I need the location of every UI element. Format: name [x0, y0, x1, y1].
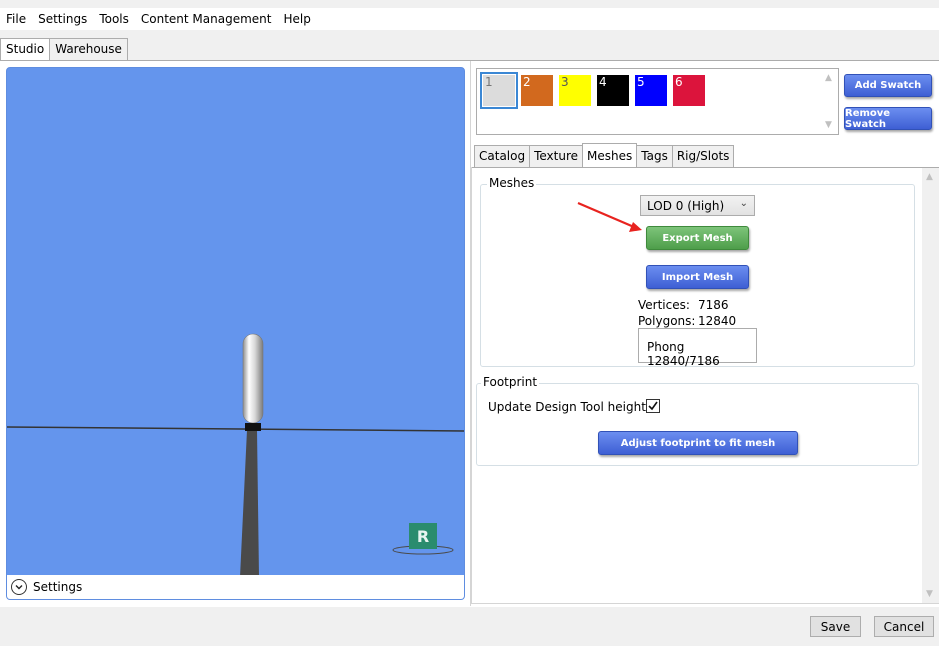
menu-file[interactable]: File	[0, 12, 32, 26]
tab-studio[interactable]: Studio	[0, 38, 51, 61]
menu-bar: File Settings Tools Content Management H…	[0, 8, 939, 30]
swatch-6[interactable]: 6	[673, 75, 705, 106]
swatch-label: 1	[485, 75, 493, 89]
vertices-label: Vertices:	[638, 298, 690, 312]
swatch-label: 5	[637, 75, 645, 89]
import-mesh-button[interactable]: Import Mesh	[646, 265, 749, 289]
scroll-down-icon[interactable]: ▼	[825, 120, 832, 130]
swatch-2[interactable]: 2	[521, 75, 553, 106]
chevron-down-icon[interactable]	[11, 579, 27, 595]
swatch-list: 1 2 3 4 5 6 ▲ ▼	[476, 68, 839, 135]
checkmark-icon	[648, 401, 658, 411]
tab-texture[interactable]: Texture	[529, 145, 584, 167]
app-window: File Settings Tools Content Management H…	[0, 0, 939, 646]
viewport-scene	[7, 333, 464, 577]
swatch-3[interactable]: 3	[559, 75, 591, 106]
bottom-bar: Save Cancel	[0, 607, 939, 646]
horizon-line	[7, 426, 464, 432]
swatch-label: 2	[523, 75, 531, 89]
save-button[interactable]: Save	[810, 616, 861, 637]
menu-help[interactable]: Help	[277, 12, 316, 26]
menu-tools[interactable]: Tools	[93, 12, 135, 26]
phong-info-text: Phong 12840/7186	[647, 340, 720, 368]
menu-settings[interactable]: Settings	[32, 12, 93, 26]
swatch-scrollbar[interactable]: ▲ ▼	[821, 69, 838, 134]
polygons-value: 12840	[698, 314, 737, 328]
menu-content-management[interactable]: Content Management	[135, 12, 278, 26]
swatch-label: 4	[599, 75, 607, 89]
tab-warehouse[interactable]: Warehouse	[49, 38, 128, 60]
phong-info-box: Phong 12840/7186	[638, 328, 757, 368]
update-height-label: Update Design Tool height	[488, 400, 646, 414]
main-tab-strip: Studio Warehouse	[0, 38, 128, 61]
swatch-1[interactable]: 1	[480, 72, 518, 109]
swatch-5[interactable]: 5	[635, 75, 667, 106]
mesh-base	[245, 423, 261, 431]
swatch-label: 3	[561, 75, 569, 89]
viewport-settings-label: Settings	[33, 580, 83, 594]
mesh-capsule	[242, 333, 264, 424]
polygons-label: Polygons:	[638, 314, 696, 328]
lod-select[interactable]: LOD 0 (High) ⌄	[640, 195, 755, 216]
remove-swatch-button[interactable]: Remove Swatch	[844, 107, 932, 130]
tab-meshes[interactable]: Meshes	[582, 143, 638, 167]
rotate-gizmo-icon[interactable]: R	[409, 523, 437, 549]
tab-catalog[interactable]: Catalog	[474, 145, 531, 167]
chevron-down-icon: ⌄	[739, 198, 748, 209]
vertices-value: 7186	[698, 298, 729, 312]
red-arrow-annotation	[577, 201, 642, 232]
add-swatch-button[interactable]: Add Swatch	[844, 74, 932, 97]
object-shadow	[240, 430, 259, 577]
adjust-footprint-button[interactable]: Adjust footprint to fit mesh	[598, 431, 798, 455]
lod-select-value: LOD 0 (High)	[647, 199, 725, 213]
viewport-settings-expander[interactable]: Settings	[7, 575, 464, 599]
update-height-checkbox[interactable]	[646, 399, 660, 413]
scroll-down-icon[interactable]: ▼	[926, 589, 933, 599]
meshes-group-title: Meshes	[487, 176, 537, 190]
footprint-group-title: Footprint	[481, 375, 540, 389]
swatch-label: 6	[675, 75, 683, 89]
scroll-up-icon[interactable]: ▲	[825, 73, 832, 83]
tab-rig-slots[interactable]: Rig/Slots	[671, 145, 735, 167]
sub-tab-divider	[472, 167, 939, 168]
3d-viewport[interactable]: R Settings	[6, 67, 465, 600]
detail-tab-strip: Catalog Texture Meshes Tags Rig/Slots	[474, 143, 735, 167]
scroll-up-icon[interactable]: ▲	[926, 172, 933, 182]
meshes-scrollbar[interactable]: ▲ ▼	[922, 168, 939, 603]
export-mesh-button[interactable]: Export Mesh	[646, 226, 749, 250]
tab-tags[interactable]: Tags	[636, 145, 673, 167]
swatch-4[interactable]: 4	[597, 75, 629, 106]
cancel-button[interactable]: Cancel	[874, 616, 934, 637]
